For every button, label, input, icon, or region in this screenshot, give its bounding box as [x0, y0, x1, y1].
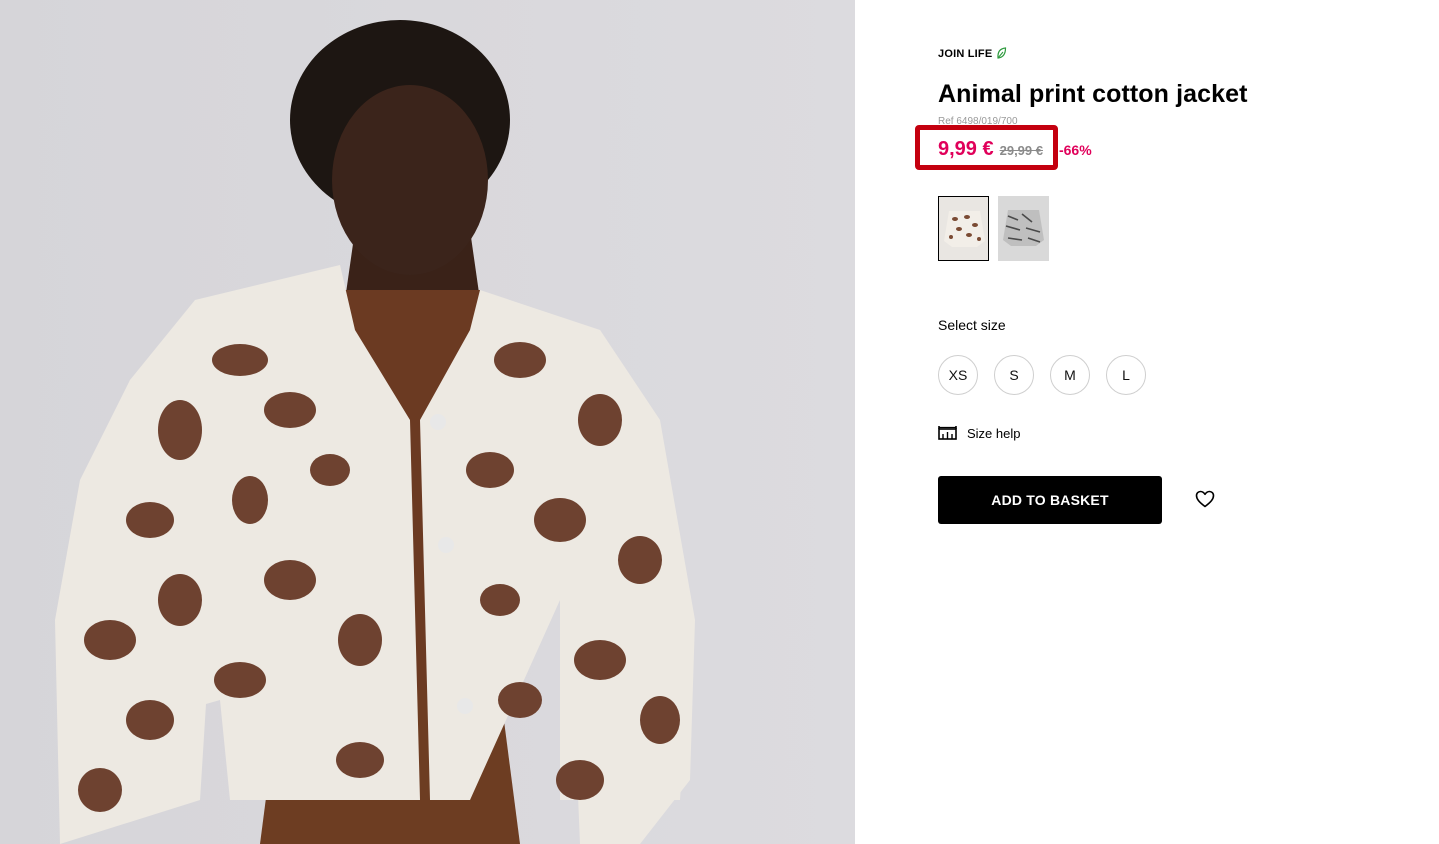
size-option-m[interactable]: M	[1050, 355, 1090, 395]
swatch-cow-print[interactable]	[938, 196, 989, 261]
join-life-badge: JOIN LIFE	[938, 47, 1007, 60]
select-size-label: Select size	[938, 317, 1006, 333]
product-info-panel: JOIN LIFE Animal print cotton jacket Ref…	[915, 0, 1418, 844]
heart-icon	[1195, 490, 1215, 508]
leaf-icon	[997, 47, 1007, 59]
price-highlight-annotation	[915, 125, 1058, 170]
add-to-basket-button[interactable]: ADD TO BASKET	[938, 476, 1162, 524]
size-option-s[interactable]: S	[994, 355, 1034, 395]
size-help-link[interactable]: Size help	[938, 425, 1020, 441]
size-option-xs[interactable]: XS	[938, 355, 978, 395]
size-option-l[interactable]: L	[1106, 355, 1146, 395]
discount-badge: -66%	[1058, 142, 1092, 158]
size-help-label: Size help	[967, 425, 1021, 441]
swatch-zebra-print[interactable]	[998, 196, 1049, 261]
wishlist-button[interactable]	[1194, 488, 1216, 510]
product-image[interactable]: ershka	[0, 0, 855, 844]
model-photo	[0, 0, 855, 844]
product-title: Animal print cotton jacket	[938, 80, 1248, 108]
join-life-label: JOIN LIFE	[938, 47, 993, 60]
size-options: XS S M L	[938, 355, 1146, 395]
color-swatches	[938, 196, 1049, 261]
ruler-icon	[938, 426, 957, 440]
